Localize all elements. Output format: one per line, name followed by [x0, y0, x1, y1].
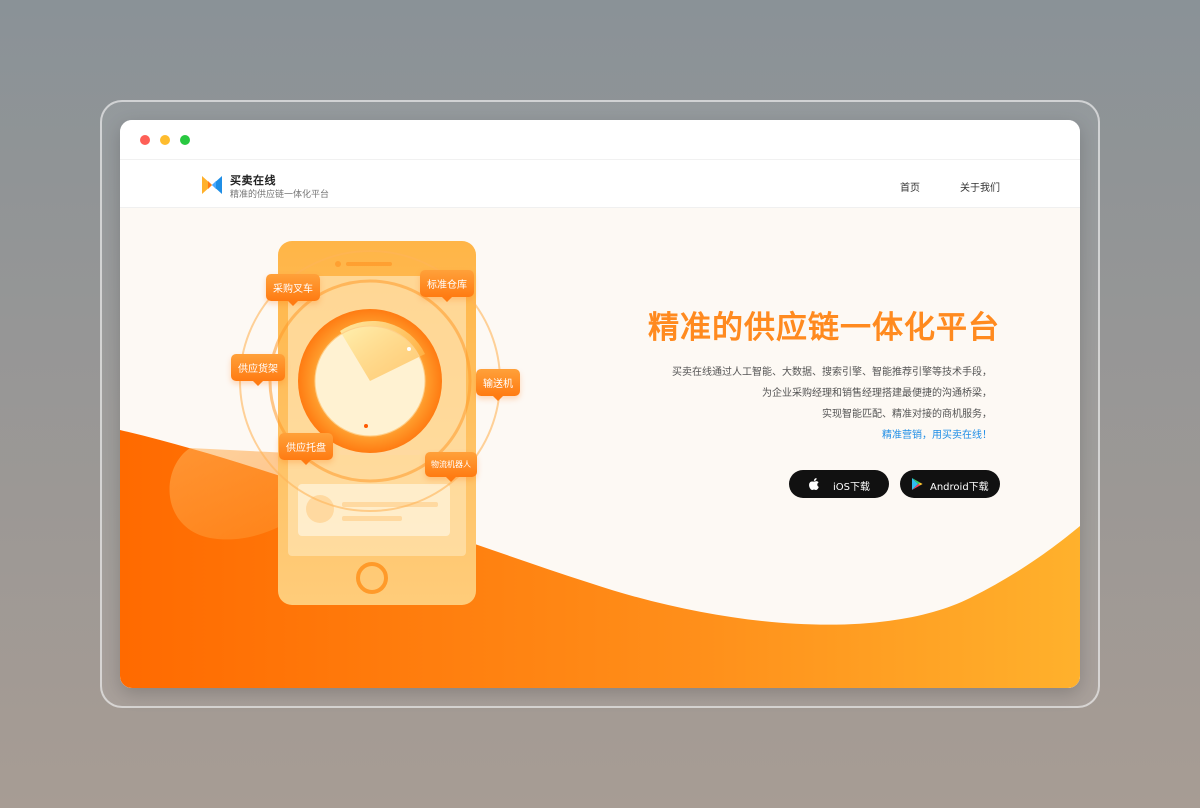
window-titlebar: [120, 120, 1080, 160]
google-play-icon: [912, 478, 923, 490]
hero-tagline-link[interactable]: 精准营销，用买卖在线！: [540, 426, 992, 441]
app-name: 买卖在线: [230, 174, 276, 187]
ios-download-label: iOS下载: [833, 482, 870, 493]
browser-window: 买卖在线 精准的供应链一体化平台 首页 关于我们 采购叉车 标准仓库 供应货架 …: [120, 120, 1080, 688]
app-logo-icon[interactable]: [200, 173, 224, 197]
android-download-label: Android下载: [930, 482, 989, 493]
apple-icon: [809, 478, 819, 491]
nav-home-link[interactable]: 首页: [900, 179, 920, 194]
hero-description-line-3: 实现智能匹配、精准对接的商机服务，: [822, 409, 992, 420]
tag-supply-pallet: 供应托盘: [279, 433, 333, 465]
tag-standard-warehouse: 标准仓库: [420, 270, 474, 302]
hero-description-line-1: 买卖在线通过人工智能、大数据、搜索引擎、智能推荐引擎等技术手段，: [672, 367, 992, 378]
minimize-window-button[interactable]: [160, 135, 170, 145]
android-download-button[interactable]: Android下载: [900, 470, 1000, 498]
close-window-button[interactable]: [140, 135, 150, 145]
hero-headline: 精准的供应链一体化平台: [648, 310, 1000, 346]
tag-purchase-forklift: 采购叉车: [266, 274, 320, 306]
app-slogan: 精准的供应链一体化平台: [230, 190, 330, 200]
ios-download-button[interactable]: iOS下载: [789, 470, 889, 498]
site-navbar: 买卖在线 精准的供应链一体化平台 首页 关于我们: [120, 160, 1080, 208]
hero-section: 采购叉车 标准仓库 供应货架 输送机 供应托盘 物流机器人 精准的供应链一体化平…: [120, 208, 1080, 688]
maximize-window-button[interactable]: [180, 135, 190, 145]
tag-supply-shelf: 供应货架: [231, 354, 285, 386]
tag-conveyor: 输送机: [476, 369, 520, 401]
nav-about-link[interactable]: 关于我们: [960, 179, 1000, 194]
hero-description-line-2: 为企业采购经理和销售经理搭建最便捷的沟通桥梁，: [762, 388, 992, 399]
tag-logistics-robot: 物流机器人: [425, 452, 477, 482]
